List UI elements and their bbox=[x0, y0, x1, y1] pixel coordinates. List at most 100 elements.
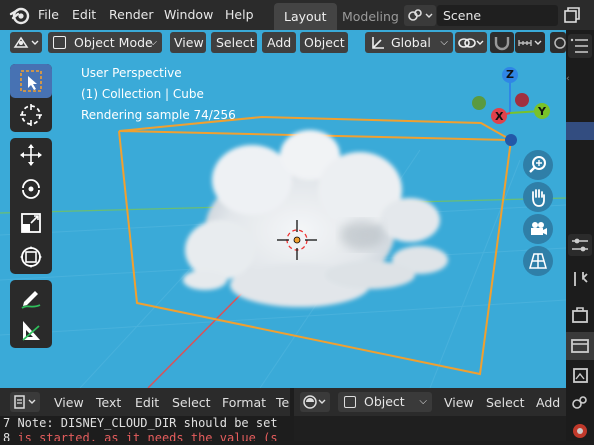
text-editor-text-menu[interactable]: Text bbox=[96, 395, 121, 410]
chevron-down-icon: ⌵ bbox=[149, 37, 157, 48]
transform-orientation-dropdown[interactable]: Global ⌵ bbox=[365, 32, 453, 53]
pivot-link-icon bbox=[458, 38, 484, 48]
menu-render[interactable]: Render bbox=[109, 7, 154, 22]
3d-viewport[interactable]: Z Y X Object Mode ⌵ View Select Add Obje… bbox=[0, 30, 566, 388]
magnifier-icon bbox=[529, 156, 546, 173]
copy-scene-icon[interactable] bbox=[562, 5, 582, 26]
annotate-tools-group bbox=[10, 280, 52, 348]
select-box-tool[interactable] bbox=[10, 64, 52, 98]
gizmo-y-label[interactable]: Y bbox=[538, 105, 546, 118]
text-editor-select-menu[interactable]: Select bbox=[172, 395, 211, 410]
view-name-text: User Perspective bbox=[81, 66, 182, 80]
blender-logo-icon[interactable] bbox=[9, 5, 31, 25]
menu-help[interactable]: Help bbox=[225, 7, 254, 22]
line-text: is started, as it needs the value (s bbox=[10, 431, 278, 441]
hand-icon bbox=[532, 189, 545, 207]
snap-toggle[interactable] bbox=[490, 32, 514, 53]
rotate-tool[interactable] bbox=[10, 172, 52, 206]
object-dropdown-label: Object bbox=[364, 394, 405, 409]
properties-body bbox=[294, 416, 566, 441]
scale-tool[interactable] bbox=[10, 206, 52, 240]
scale-icon bbox=[21, 213, 41, 233]
text-editor-header: View Text Edit Select Format Te bbox=[0, 388, 290, 416]
scene-name: Scene bbox=[443, 8, 482, 23]
gizmo-x-label[interactable]: X bbox=[495, 110, 503, 123]
text-editor-templates-menu[interactable]: Te bbox=[276, 395, 289, 410]
text-line-7: 7 Note: DISNEY_CLOUD_DIR should be set bbox=[3, 416, 278, 430]
annotate-tool[interactable] bbox=[10, 280, 52, 314]
scene-type-icon[interactable] bbox=[404, 5, 436, 26]
tab-modeling[interactable]: Modeling bbox=[332, 3, 409, 30]
object-type-dropdown[interactable]: Object ⌵ bbox=[338, 392, 432, 412]
view-layer-properties-tab[interactable] bbox=[569, 364, 591, 386]
object-menu[interactable]: Object bbox=[300, 32, 348, 53]
view-menu[interactable]: View bbox=[170, 32, 206, 53]
menu-file[interactable]: File bbox=[38, 7, 59, 22]
text-editor-edit-menu[interactable]: Edit bbox=[135, 395, 159, 410]
object-mode-dropdown[interactable]: Object Mode ⌵ bbox=[48, 32, 162, 53]
outliner-selected-row[interactable] bbox=[566, 122, 594, 140]
text-editor-body[interactable]: 7 Note: DISNEY_CLOUD_DIR should be set 8… bbox=[0, 416, 290, 441]
output-properties-tab[interactable] bbox=[566, 332, 594, 360]
gizmo-z-label[interactable]: Z bbox=[506, 68, 514, 81]
camera-view-button[interactable] bbox=[523, 214, 553, 244]
text-editor-icon bbox=[14, 395, 36, 409]
properties-view-menu[interactable]: View bbox=[444, 395, 474, 410]
camera-icon bbox=[531, 222, 547, 235]
chevron-down-icon: ⌵ bbox=[440, 37, 448, 48]
properties-add-menu[interactable]: Add bbox=[536, 395, 560, 410]
pivot-point-dropdown[interactable] bbox=[455, 32, 487, 53]
menu-edit[interactable]: Edit bbox=[72, 7, 96, 22]
object-cube-icon bbox=[344, 396, 356, 408]
text-editor-type-button[interactable] bbox=[10, 392, 40, 412]
magnet-icon bbox=[494, 37, 510, 51]
cursor-tool[interactable] bbox=[10, 98, 52, 132]
cloud-volume bbox=[183, 130, 448, 307]
render-properties-tab[interactable] bbox=[569, 304, 591, 326]
editor-type-button[interactable] bbox=[10, 32, 42, 53]
select-menu[interactable]: Select bbox=[211, 32, 257, 53]
collection-info-text: (1) Collection | Cube bbox=[81, 87, 204, 101]
menu-window[interactable]: Window bbox=[164, 7, 213, 22]
top-menu-bar: File Edit Render Window Help Layout Mode… bbox=[0, 0, 594, 30]
measure-tool[interactable] bbox=[10, 314, 52, 348]
zoom-button[interactable] bbox=[523, 150, 553, 180]
transform-tools-group bbox=[10, 138, 52, 274]
properties-editor-icon[interactable] bbox=[568, 234, 592, 256]
tool-properties-tab[interactable] bbox=[569, 268, 591, 290]
properties-header: Object ⌵ View Select Add bbox=[294, 388, 566, 416]
pan-button[interactable] bbox=[523, 182, 553, 212]
tab-layout[interactable]: Layout bbox=[274, 3, 337, 30]
scene-properties-tab[interactable] bbox=[569, 392, 591, 414]
text-line-8: 8 is started, as it needs the value (s bbox=[3, 431, 278, 441]
tool-shelf bbox=[10, 64, 52, 354]
render-status-text: Rendering sample 74/256 bbox=[81, 108, 236, 122]
pencil-icon bbox=[21, 291, 41, 309]
outliner-editor-icon[interactable] bbox=[568, 34, 592, 58]
transform-orientation-label: Global bbox=[391, 35, 431, 50]
select-tools-group bbox=[10, 64, 52, 132]
scene-name-field[interactable]: Scene bbox=[437, 5, 558, 26]
cursor-crosshair-icon bbox=[20, 104, 42, 126]
proportional-edit-toggle[interactable] bbox=[550, 32, 566, 53]
properties-editor-type-button[interactable] bbox=[300, 392, 330, 412]
3d-view-icon bbox=[13, 36, 39, 48]
move-arrows-icon bbox=[20, 144, 42, 166]
ruler-icon bbox=[22, 321, 40, 341]
add-menu[interactable]: Add bbox=[262, 32, 296, 53]
line-text: Note: DISNEY_CLOUD_DIR should be set bbox=[10, 416, 278, 430]
text-editor-format-menu[interactable]: Format bbox=[222, 395, 266, 410]
proportional-edit-icon bbox=[554, 37, 566, 49]
grid-perspective-icon bbox=[529, 253, 547, 269]
collapse-arrow-icon[interactable]: ‹ bbox=[566, 74, 572, 84]
transform-icon bbox=[20, 246, 42, 268]
transform-tool[interactable] bbox=[10, 240, 52, 274]
text-editor-view-menu[interactable]: View bbox=[54, 395, 84, 410]
world-properties-tab[interactable] bbox=[569, 420, 591, 442]
snap-increment-dropdown[interactable] bbox=[515, 32, 545, 53]
perspective-toggle-button[interactable] bbox=[523, 246, 553, 276]
properties-select-menu[interactable]: Select bbox=[486, 395, 525, 410]
shader-editor-icon bbox=[303, 395, 326, 409]
move-tool[interactable] bbox=[10, 138, 52, 172]
rotate-icon bbox=[22, 179, 40, 199]
